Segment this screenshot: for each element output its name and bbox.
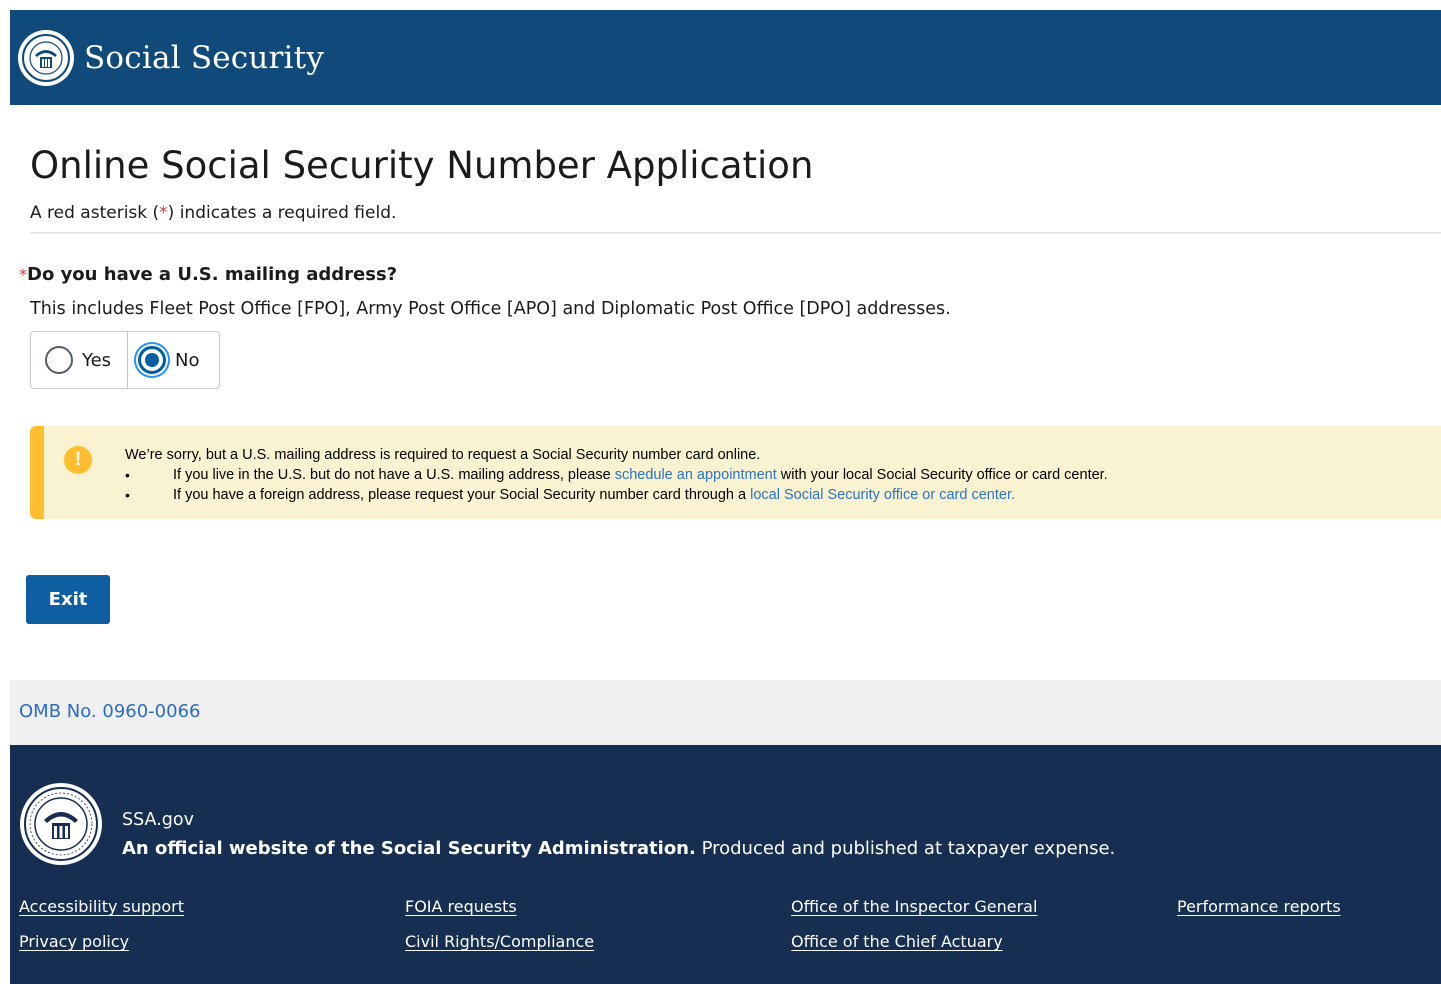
alert-body: We’re sorry, but a U.S. mailing address … (125, 445, 1108, 505)
radio-label-yes: Yes (82, 349, 112, 371)
footer-official-statement: An official website of the Social Securi… (122, 838, 1115, 859)
title-divider (30, 232, 1441, 234)
footer-link-performance-reports[interactable]: Performance reports (1177, 897, 1341, 916)
radio-option-no[interactable]: No (127, 332, 219, 388)
alert-bullet-2: If you have a foreign address, please re… (125, 485, 1108, 505)
footer-links: Accessibility support Privacy policy FOI… (19, 897, 1439, 977)
alert-bullet-1-text: If you live in the U.S. but do not have … (173, 467, 615, 483)
site-footer: SSA.gov An official website of the Socia… (10, 745, 1441, 984)
alert-bullet-1: If you live in the U.S. but do not have … (125, 465, 1108, 485)
mailing-address-radio-group: Yes No (30, 331, 220, 389)
footer-link-inspector-general[interactable]: Office of the Inspector General (791, 897, 1037, 916)
radio-option-yes[interactable]: Yes (31, 332, 127, 388)
mailing-address-question: *Do you have a U.S. mailing address? (19, 264, 397, 285)
alert-intro: We’re sorry, but a U.S. mailing address … (125, 447, 761, 463)
footer-link-civil-rights[interactable]: Civil Rights/Compliance (405, 932, 594, 951)
radio-button-yes[interactable] (45, 346, 73, 374)
page: Social Security Online Social Security N… (10, 10, 1441, 984)
warning-alert: ! We’re sorry, but a U.S. mailing addres… (30, 426, 1441, 519)
local-office-link[interactable]: local Social Security office or card cen… (750, 487, 1015, 503)
required-note-prefix: A red asterisk ( (30, 203, 160, 223)
ssa-seal-icon[interactable] (18, 29, 74, 86)
alert-bullet-2-text: If you have a foreign address, please re… (173, 487, 751, 503)
radio-label-no: No (175, 349, 200, 371)
question-label: Do you have a U.S. mailing address? (27, 264, 398, 285)
question-hint: This includes Fleet Post Office [FPO], A… (30, 299, 951, 319)
footer-link-foia[interactable]: FOIA requests (405, 897, 517, 916)
required-field-note: A red asterisk (*) indicates a required … (30, 203, 396, 223)
required-asterisk: * (19, 265, 27, 284)
omb-bar: OMB No. 0960-0066 (10, 680, 1441, 745)
radio-button-no[interactable] (138, 346, 166, 374)
site-header: Social Security (10, 10, 1441, 105)
exclamation-icon: ! (64, 446, 92, 474)
exit-button[interactable]: Exit (26, 575, 110, 624)
required-note-suffix: ) indicates a required field. (167, 203, 397, 223)
ssa-seal-icon (20, 783, 102, 865)
footer-link-privacy[interactable]: Privacy policy (19, 932, 129, 951)
alert-bullet-1-tail: with your local Social Security office o… (776, 467, 1108, 483)
site-brand-name[interactable]: Social Security (84, 40, 324, 76)
omb-number-link[interactable]: OMB No. 0960-0066 (19, 701, 201, 722)
schedule-appointment-link[interactable]: schedule an appointment (615, 467, 777, 483)
required-asterisk: * (159, 203, 168, 223)
footer-official-rest: Produced and published at taxpayer expen… (695, 838, 1116, 859)
alert-list: If you live in the U.S. but do not have … (125, 465, 1108, 505)
footer-official-bold: An official website of the Social Securi… (122, 838, 696, 859)
footer-link-accessibility[interactable]: Accessibility support (19, 897, 184, 916)
footer-site-name: SSA.gov (122, 810, 194, 830)
footer-link-chief-actuary[interactable]: Office of the Chief Actuary (791, 932, 1003, 951)
page-title: Online Social Security Number Applicatio… (30, 144, 814, 187)
